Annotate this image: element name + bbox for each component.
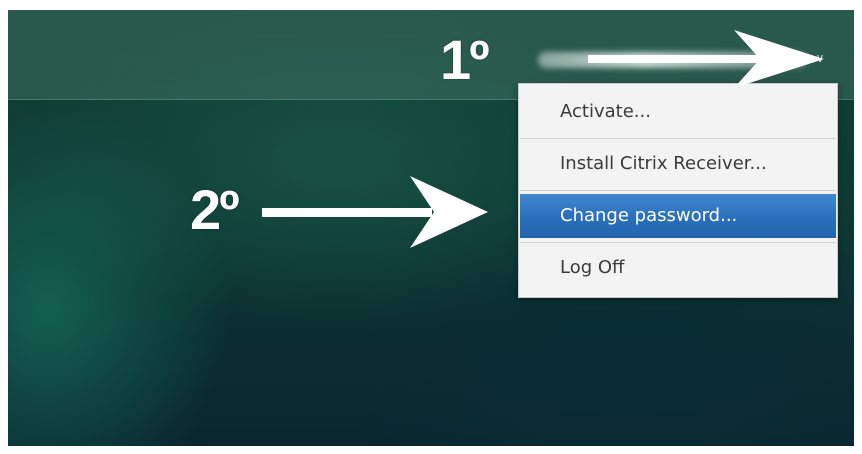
step-2-arrow-icon (262, 176, 488, 248)
menu-item-change-password[interactable]: Change password... (520, 194, 836, 238)
user-dropdown-menu: Activate... Install Citrix Receiver... C… (518, 83, 838, 298)
storefront-window: ∨ Activate... Install Citrix Receiver...… (8, 10, 854, 446)
menu-item-log-off[interactable]: Log Off (520, 246, 836, 290)
step-1-arrow-icon (588, 30, 824, 88)
menu-separator (520, 190, 836, 191)
step-2-label: 2º (190, 178, 240, 241)
menu-item-install-citrix-receiver[interactable]: Install Citrix Receiver... (520, 142, 836, 186)
menu-item-activate[interactable]: Activate... (520, 90, 836, 134)
menu-separator (520, 242, 836, 243)
menu-separator (520, 138, 836, 139)
step-1-label: 1º (440, 28, 490, 91)
